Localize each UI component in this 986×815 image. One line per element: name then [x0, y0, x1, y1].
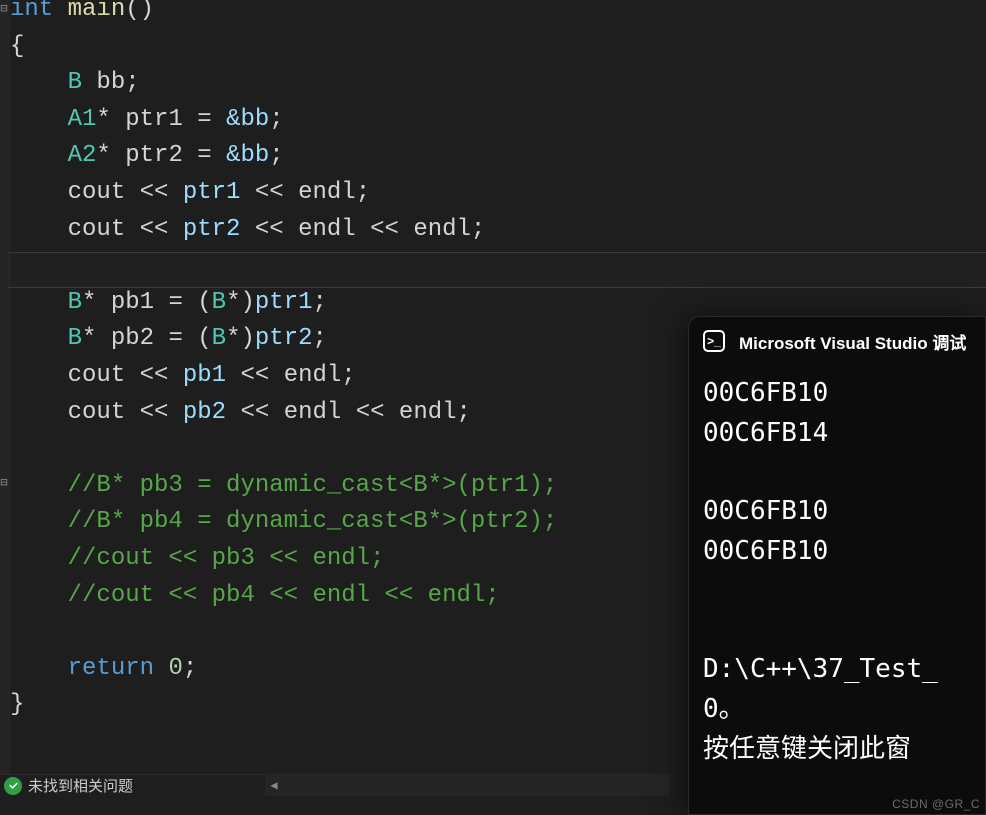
console-output-line: 00C6FB10	[703, 491, 971, 531]
console-output-line: 00C6FB14	[703, 413, 971, 453]
var-bb: bb	[96, 69, 125, 96]
horizontal-scrollbar[interactable]: ◀	[265, 774, 670, 796]
fold-marker[interactable]: ⊟	[0, 478, 9, 488]
rbrace: }	[10, 691, 24, 718]
code-line: cout << ptr2 << endl << endl;	[10, 212, 986, 249]
code-line	[10, 248, 986, 285]
console-output-line: 00C6FB10	[703, 373, 971, 413]
scroll-left-arrow[interactable]: ◀	[265, 778, 283, 793]
var-ptr2: ptr2	[125, 142, 183, 169]
debug-console-window[interactable]: >_ Microsoft Visual Studio 调试 00C6FB10 0…	[688, 316, 986, 815]
console-output-line: 0。	[703, 689, 971, 729]
literal-zero: 0	[168, 655, 182, 682]
code-line: cout << ptr1 << endl;	[10, 175, 986, 212]
function-main: main	[68, 0, 126, 23]
console-output-line: 00C6FB10	[703, 531, 971, 571]
watermark: CSDN @GR_C	[892, 797, 980, 811]
console-titlebar[interactable]: >_ Microsoft Visual Studio 调试	[689, 317, 985, 365]
status-text: 未找到相关问题	[28, 775, 133, 796]
comment: //B* pb4 = dynamic_cast<B*>(ptr2);	[68, 508, 558, 535]
parens: ()	[125, 0, 154, 23]
status-check-icon	[4, 777, 22, 795]
code-line: A2* ptr2 = &bb;	[10, 138, 986, 175]
type-A1: A1	[68, 106, 97, 133]
code-line: B bb;	[10, 65, 986, 102]
type-A2: A2	[68, 142, 97, 169]
code-line: {	[10, 29, 986, 66]
comment: //cout << pb3 << endl;	[68, 545, 385, 572]
fold-marker[interactable]: ⊟	[0, 4, 9, 14]
keyword-int: int	[10, 0, 53, 23]
comment: //cout << pb4 << endl << endl;	[68, 582, 500, 609]
var-ptr1: ptr1	[125, 106, 183, 133]
console-body[interactable]: 00C6FB10 00C6FB14 00C6FB10 00C6FB10 D:\C…	[689, 365, 985, 783]
comment: //B* pb3 = dynamic_cast<B*>(ptr1);	[68, 472, 558, 499]
terminal-icon: >_	[703, 330, 725, 352]
console-output-line: 按任意键关闭此窗	[703, 729, 971, 769]
code-line: int main()	[10, 0, 986, 29]
type-B: B	[68, 69, 82, 96]
console-title: Microsoft Visual Studio 调试	[739, 329, 966, 354]
code-line: A1* ptr1 = &bb;	[10, 102, 986, 139]
gutter: ⊟ ⊟	[0, 0, 10, 775]
console-output-line: D:\C++\37_Test_	[703, 649, 971, 689]
lbrace: {	[10, 33, 24, 60]
keyword-return: return	[68, 655, 154, 682]
